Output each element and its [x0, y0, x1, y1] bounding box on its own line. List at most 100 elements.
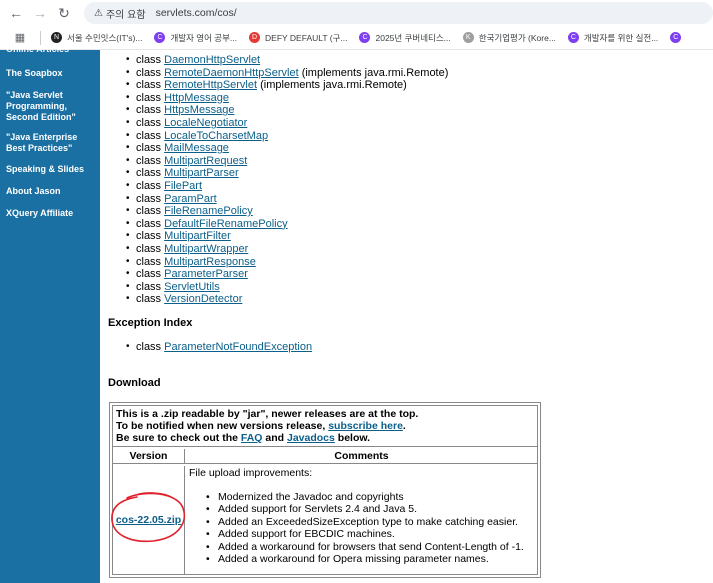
- sidebar-item-jsp-book[interactable]: "Java Servlet Programming, Second Editio…: [0, 90, 94, 123]
- list-item: Added a workaround for Opera missing par…: [206, 553, 534, 566]
- class-prefix: class: [136, 54, 162, 66]
- class-link[interactable]: HttpsMessage: [164, 104, 234, 116]
- bookmark-item[interactable]: D DEFY DEFAULT (구...: [249, 32, 347, 44]
- class-link[interactable]: LocaleNegotiator: [164, 117, 247, 129]
- class-link[interactable]: VersionDetector: [164, 293, 242, 305]
- class-suffix: (implements java.rmi.Remote): [257, 79, 407, 92]
- exception-link[interactable]: ParameterNotFoundException: [164, 341, 312, 353]
- class-link[interactable]: MultipartResponse: [164, 256, 256, 268]
- list-item: class MultipartResponse: [126, 256, 448, 269]
- bookmark-label: 서울 수민잇스(IT's)...: [67, 32, 143, 43]
- class-prefix: class: [136, 268, 162, 281]
- bookmark-item[interactable]: C 2025년 쿠버네티스...: [359, 32, 451, 44]
- list-item: class ParameterParser: [126, 268, 448, 281]
- class-link[interactable]: RemoteDaemonHttpServlet: [164, 67, 299, 79]
- site-sidebar: Online Articles The Soapbox "Java Servle…: [0, 44, 100, 583]
- class-prefix: class: [136, 192, 162, 205]
- bookmark-separator: [40, 30, 41, 45]
- bookmark-label: 한국기업평가 (Kore...: [478, 32, 556, 43]
- bookmark-item[interactable]: N 서울 수민잇스(IT's)...: [51, 32, 142, 44]
- forward-icon[interactable]: →: [28, 1, 52, 25]
- faq-link[interactable]: FAQ: [241, 432, 263, 444]
- class-link[interactable]: LocaleToCharsetMap: [164, 130, 268, 142]
- class-prefix: class: [136, 217, 162, 230]
- class-link[interactable]: ParamPart: [164, 193, 217, 205]
- version-column-header: Version: [113, 449, 185, 464]
- class-suffix: (implements java.rmi.Remote): [298, 66, 449, 79]
- class-prefix: class: [136, 293, 162, 306]
- warning-icon[interactable]: ⚠: [94, 8, 103, 19]
- bookmark-favicon-icon: C: [154, 32, 166, 43]
- change-list: Modernized the Javadoc and copyrightsAdd…: [206, 491, 534, 566]
- class-link[interactable]: HttpMessage: [164, 92, 229, 104]
- version-cell: cos-22.05.zip: [111, 466, 186, 574]
- list-item: Added support for Servlets 2.4 and Java …: [206, 503, 534, 516]
- class-link[interactable]: RemoteHttpServlet: [164, 79, 257, 91]
- sidebar-item-online-articles[interactable]: Online Articles: [0, 44, 94, 55]
- javadocs-link[interactable]: Javadocs: [287, 432, 335, 444]
- class-link[interactable]: FilePart: [164, 180, 202, 192]
- bookmark-label: 개발자 영어 공부...: [170, 32, 238, 43]
- exception-list: class ParameterNotFoundException: [126, 341, 312, 354]
- url-text[interactable]: servlets.com/cos/: [156, 7, 237, 19]
- bookmark-label: 2025년 쿠버네티스...: [375, 32, 451, 43]
- security-label[interactable]: 주의 요함: [106, 6, 146, 21]
- bookmark-item[interactable]: C 개발자 영어 공부...: [154, 32, 237, 44]
- bookmark-item[interactable]: C 개발자를 위한 실전...: [567, 32, 659, 44]
- intro-line-1: This is a .zip readable by "jar", newer …: [116, 408, 419, 420]
- class-prefix: class: [136, 129, 162, 142]
- browser-toolbar: ← → ↻ ⚠ 주의 요함 servlets.com/cos/: [0, 0, 713, 26]
- list-item: Added support for EBCDIC machines.: [206, 528, 534, 541]
- bookmark-label: 개발자를 위한 실전...: [583, 32, 659, 43]
- comment-heading: File upload improvements:: [189, 467, 313, 479]
- list-item: class FileRenamePolicy: [126, 205, 448, 218]
- class-prefix: class: [136, 142, 162, 155]
- sidebar-item-soapbox[interactable]: The Soapbox: [0, 68, 94, 79]
- class-prefix: class: [136, 280, 162, 293]
- class-link[interactable]: MultipartWrapper: [164, 243, 248, 255]
- class-prefix: class: [136, 179, 162, 192]
- back-icon[interactable]: ←: [4, 1, 28, 25]
- bookmark-label: DEFY DEFAULT (구...: [265, 32, 348, 43]
- subscribe-link[interactable]: subscribe here: [328, 420, 403, 432]
- class-prefix: class: [136, 341, 162, 353]
- list-item: Added a workaround for browsers that sen…: [206, 541, 534, 554]
- sidebar-item-about[interactable]: About Jason: [0, 186, 94, 197]
- list-item: class MultipartParser: [126, 167, 448, 180]
- address-bar[interactable]: ⚠ 주의 요함 servlets.com/cos/: [84, 2, 713, 24]
- class-list: class DaemonHttpServletclass RemoteDaemo…: [126, 54, 448, 306]
- list-item: class DefaultFileRenamePolicy: [126, 218, 448, 231]
- list-item: class MultipartFilter: [126, 230, 448, 243]
- sidebar-item-jebp-book[interactable]: "Java Enterprise Best Practices": [0, 132, 94, 154]
- class-link[interactable]: MultipartRequest: [164, 155, 247, 167]
- class-link[interactable]: ServletUtils: [164, 281, 220, 293]
- class-link[interactable]: DaemonHttpServlet: [164, 54, 260, 66]
- download-table: This is a .zip readable by "jar", newer …: [109, 402, 541, 578]
- class-prefix: class: [136, 66, 162, 79]
- list-item: class HttpMessage: [126, 92, 448, 105]
- class-prefix: class: [136, 205, 162, 218]
- intro-text: below.: [334, 432, 371, 444]
- list-item: class ServletUtils: [126, 281, 448, 294]
- class-link[interactable]: FileRenamePolicy: [164, 205, 253, 217]
- bookmark-favicon-icon: N: [51, 32, 62, 43]
- bookmark-favicon-icon: C: [359, 32, 371, 43]
- reload-icon[interactable]: ↻: [52, 1, 76, 25]
- intro-line-2: To be notified when new versions release…: [116, 420, 534, 432]
- class-link[interactable]: MailMessage: [164, 142, 229, 154]
- class-prefix: class: [136, 242, 162, 255]
- class-link[interactable]: MultipartFilter: [164, 230, 231, 242]
- bookmark-item[interactable]: C: [670, 32, 686, 43]
- table-header-row: Version Comments: [113, 449, 537, 464]
- sidebar-item-speaking[interactable]: Speaking & Slides: [0, 164, 94, 175]
- list-item: class MailMessage: [126, 142, 448, 155]
- list-item: class LocaleToCharsetMap: [126, 130, 448, 143]
- class-link[interactable]: ParameterParser: [164, 268, 248, 280]
- bookmark-favicon-icon: K: [462, 32, 474, 43]
- class-link[interactable]: MultipartParser: [164, 167, 239, 179]
- intro-text: and: [262, 432, 287, 444]
- bookmark-favicon-icon: C: [567, 32, 579, 43]
- class-link[interactable]: DefaultFileRenamePolicy: [164, 218, 288, 230]
- bookmark-item[interactable]: K 한국기업평가 (Kore...: [462, 32, 556, 44]
- sidebar-item-xquery[interactable]: XQuery Affiliate: [0, 208, 94, 219]
